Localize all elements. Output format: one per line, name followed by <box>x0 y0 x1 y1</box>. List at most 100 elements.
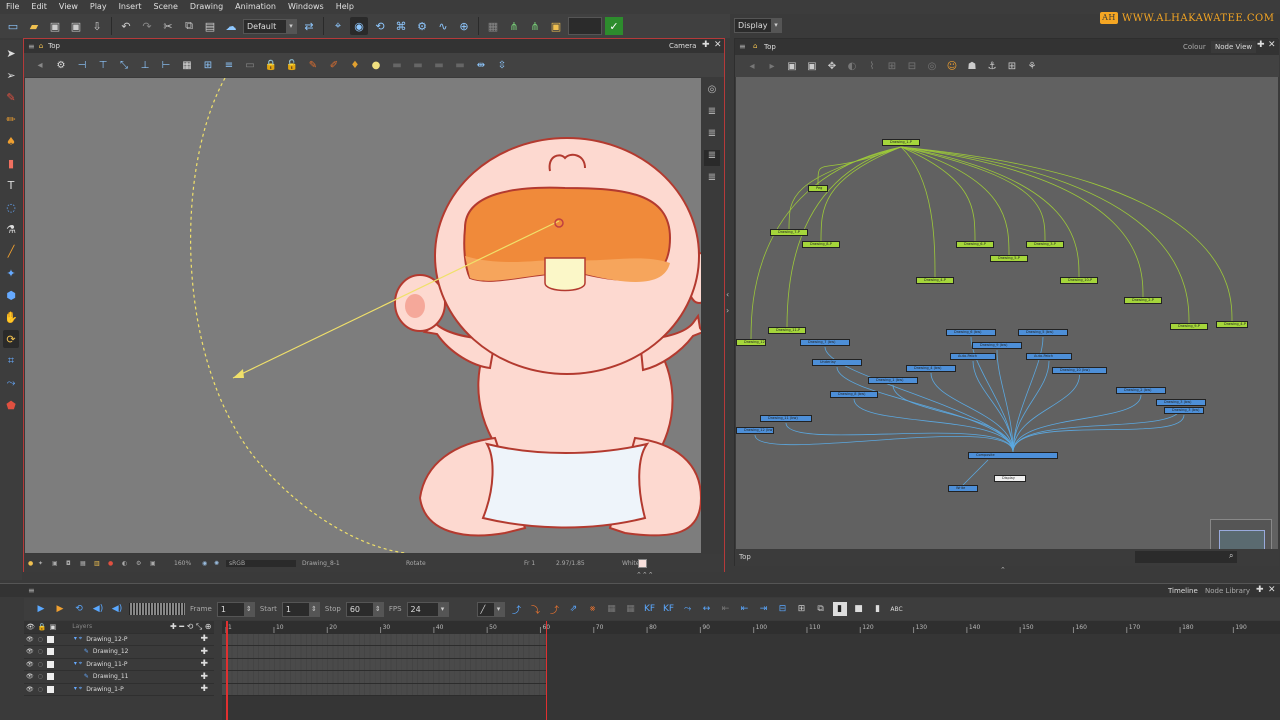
speed-slider[interactable] <box>129 603 185 615</box>
layer-name[interactable]: Drawing_11 <box>89 673 129 680</box>
node-drawing-8-p[interactable]: Drawing_8-P <box>802 241 840 248</box>
brush-icon[interactable]: ✐ <box>326 57 342 73</box>
fps-field[interactable]: 24 ▾ <box>406 601 449 617</box>
menu-view[interactable]: View <box>53 0 84 14</box>
align-left-icon[interactable]: ⊣ <box>74 57 90 73</box>
node-drawing-12-bw[interactable]: Drawing_12 (bw) <box>736 427 774 434</box>
add-view-icon[interactable]: ✚ <box>702 40 710 50</box>
settings-icon[interactable]: ⚙ <box>136 560 150 567</box>
back-icon[interactable]: ◂ <box>745 59 759 73</box>
node-composite[interactable]: Composite <box>968 452 1058 459</box>
open-icon[interactable]: ▰ <box>25 17 43 35</box>
node-drawing-8-bw[interactable]: Drawing_8 (bw) <box>830 391 878 398</box>
extend-icon[interactable]: ↔ <box>700 602 714 616</box>
motion-path-icon[interactable]: ⇗ <box>567 602 581 616</box>
texture-icon[interactable]: ▣ <box>150 560 174 567</box>
menu-icon[interactable]: ◂ <box>32 57 48 73</box>
node-drawing-3-bw[interactable]: Drawing_3 (bw) <box>1164 407 1204 414</box>
mirror-icon[interactable]: ⇹ <box>473 57 489 73</box>
new-scene-icon[interactable]: ▭ <box>4 17 22 35</box>
node-drawing-4-p[interactable]: Drawing_4-P <box>1216 321 1248 328</box>
stop-field[interactable]: 60 ⇕ <box>345 601 384 617</box>
add-sublayer-icon[interactable]: ✚ <box>200 634 208 644</box>
menu-icon[interactable]: ≡ <box>739 42 746 51</box>
eye-icon[interactable]: 👁 <box>24 636 34 643</box>
lock-icon[interactable]: ○ <box>34 636 43 643</box>
menu-edit[interactable]: Edit <box>25 0 53 14</box>
node-drawing-3-p[interactable]: Drawing_3-P <box>1026 241 1064 248</box>
zoom-tool-icon[interactable]: ⌗ <box>3 352 19 370</box>
safe-area-icon[interactable]: ≡ <box>221 57 237 73</box>
stamp-tool-icon[interactable]: ⬟ <box>3 396 19 414</box>
display-combo[interactable]: Display ▾ <box>734 18 782 33</box>
node-drawing-11-bw[interactable]: Drawing_11 (bw) <box>760 415 812 422</box>
onion-skin-icon[interactable]: ◉ <box>350 17 368 35</box>
node-drawing-7-bw[interactable]: Drawing_7 (bw) <box>800 339 850 346</box>
collapse-node-icon[interactable]: ⌃ <box>1000 566 1006 574</box>
color-swatch-icon[interactable] <box>46 660 54 668</box>
rotate-tool-icon[interactable]: ⟳ <box>3 330 19 348</box>
menu-drawing[interactable]: Drawing <box>184 0 229 14</box>
display-node-icon[interactable]: ☺ <box>945 59 959 73</box>
lock-icon[interactable]: ○ <box>34 686 43 693</box>
lock-icon[interactable]: ▥ <box>94 560 108 567</box>
workspace-combo[interactable]: Default ▾ <box>243 18 297 34</box>
color-swatch-icon[interactable] <box>46 648 54 656</box>
line-tool-icon[interactable]: ╱ <box>3 242 19 260</box>
color-swatch-icon[interactable] <box>46 673 54 681</box>
onion-next-icon[interactable]: ▬ <box>431 57 447 73</box>
ease-in-icon[interactable]: ⤵ <box>529 602 543 616</box>
blank-cell-icon[interactable]: ⊞ <box>795 602 809 616</box>
peg-icon[interactable]: ⚙ <box>413 17 431 35</box>
grid-nodes-icon[interactable]: ⊞ <box>1005 59 1019 73</box>
paint-bucket-icon[interactable]: ♦ <box>347 57 363 73</box>
deform-icon[interactable]: ⌘ <box>392 17 410 35</box>
add-view-icon[interactable]: ✚ <box>1256 585 1264 595</box>
layer-stack-icon[interactable]: ≣ <box>704 106 720 122</box>
pivot-icon[interactable]: ✦ <box>3 264 19 282</box>
frame-icon[interactable]: ▣ <box>547 17 565 35</box>
node-display[interactable]: Display <box>994 475 1026 482</box>
distribute-icon[interactable]: ⊥ <box>137 57 153 73</box>
save-as-icon[interactable]: ▣ <box>67 17 85 35</box>
light-table-icon[interactable]: ▬ <box>389 57 405 73</box>
lock-icon[interactable]: ○ <box>34 673 43 680</box>
lock-icon[interactable]: ○ <box>34 661 43 668</box>
library-icon[interactable]: ☁ <box>222 17 240 35</box>
add-layer-icon[interactable]: ✚ ━ ⟲ ⤡ ⊕ <box>170 622 212 632</box>
align-top-icon[interactable]: ⊤ <box>95 57 111 73</box>
save-icon[interactable]: ▣ <box>46 17 64 35</box>
node-drawing-2-bw[interactable]: Drawing_2 (bw) <box>1116 387 1166 394</box>
menu-play[interactable]: Play <box>84 0 113 14</box>
tab-colour[interactable]: Colour <box>1179 41 1210 53</box>
navigator-icon[interactable]: ◎ <box>925 59 939 73</box>
node-drawing-3-bw[interactable]: Drawing_3 (bw) <box>1156 399 1206 406</box>
lock-icon[interactable]: ○ <box>34 648 43 655</box>
bulb-icon[interactable]: ● <box>368 57 384 73</box>
gear-icon[interactable]: ✺ <box>214 560 226 567</box>
settings-icon[interactable]: ⚙ <box>53 57 69 73</box>
timeline-frames[interactable]: 1102030405060708090100110120130140150160… <box>222 621 1280 720</box>
split-handle-right-icon[interactable]: › <box>726 306 729 315</box>
layer-down-icon[interactable]: ≣ <box>704 172 720 188</box>
eye-icon[interactable]: 👁 <box>24 648 34 655</box>
tab-camera[interactable]: Camera <box>664 42 696 50</box>
search-icon[interactable]: ⌕ <box>1229 551 1233 561</box>
resize-icon[interactable]: ⇳ <box>494 57 510 73</box>
ease-icon[interactable]: ⤴ <box>510 602 524 616</box>
layer-lock-icon[interactable]: 🔒 <box>35 623 47 631</box>
eye-icon[interactable]: 👁 <box>24 686 34 693</box>
field-guide-icon[interactable]: ⊞ <box>200 57 216 73</box>
lasso-icon[interactable]: ◌ <box>3 198 19 216</box>
node-drawing-11-p[interactable]: Drawing_11-P <box>768 327 806 334</box>
effect-icon[interactable]: ⊟ <box>905 59 919 73</box>
node-drawing-10-p[interactable]: Drawing_10-P <box>1060 277 1098 284</box>
menu-scene[interactable]: Scene <box>148 0 184 14</box>
color-swatch-icon[interactable] <box>46 685 54 693</box>
loop-icon[interactable]: ⟲ <box>72 602 86 616</box>
node-drawing-1-p[interactable]: Drawing_1-P <box>882 139 920 146</box>
node-drawing-9-p[interactable]: Drawing_9-P <box>1170 323 1208 330</box>
start-field[interactable]: 1 ⇕ <box>281 601 320 617</box>
contour-editor-icon[interactable]: ➢ <box>3 66 19 84</box>
render-icon[interactable]: ✦ <box>38 560 52 567</box>
